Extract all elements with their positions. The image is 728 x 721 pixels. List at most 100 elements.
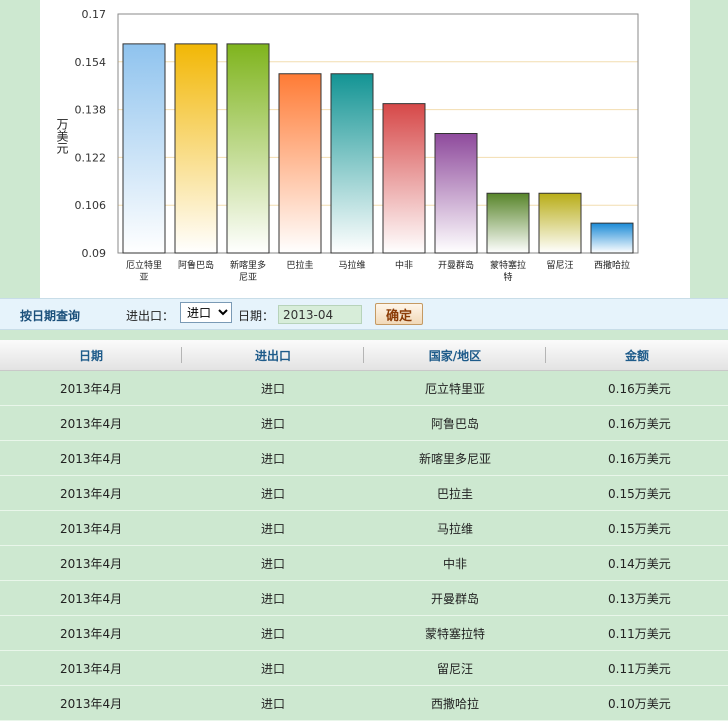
table-row: 2013年4月 进口 西撒哈拉 0.10万美元 (0, 685, 728, 721)
country-cell: 开曼群岛 (364, 580, 546, 616)
table-row: 2013年4月 进口 厄立特里亚 0.16万美元 (0, 370, 728, 406)
amount-cell: 0.16万美元 (546, 405, 728, 441)
table-header-row: 日期 进出口 国家/地区 金额 (0, 340, 728, 371)
date-cell: 2013年4月 (0, 615, 182, 651)
category-label: 中非 (395, 259, 413, 271)
country-cell: 巴拉圭 (364, 475, 546, 511)
confirm-button[interactable]: 确定 (375, 303, 423, 325)
bar (174, 43, 218, 254)
table-row: 2013年4月 进口 蒙特塞拉特 0.11万美元 (0, 615, 728, 651)
io-select[interactable]: 进口 (180, 302, 232, 323)
date-cell: 2013年4月 (0, 440, 182, 476)
date-cell: 2013年4月 (0, 685, 182, 721)
y-tick-label: 0.09 (82, 247, 107, 260)
table-row: 2013年4月 进口 马拉维 0.15万美元 (0, 510, 728, 546)
header-amount-label: 金额 (624, 348, 649, 363)
bar (590, 222, 634, 254)
table-body: 2013年4月 进口 厄立特里亚 0.16万美元 2013年4月 进口 阿鲁巴岛 0.16万美… (0, 370, 728, 721)
header-date: 日期 (0, 340, 182, 371)
country-cell: 阿鲁巴岛 (364, 405, 546, 441)
table-row: 2013年4月 进口 阿鲁巴岛 0.16万美元 (0, 405, 728, 441)
category-label: 阿鲁巴岛 (178, 259, 214, 271)
query-bar: 按日期查询 进出口： 进口 日期： 确定 (0, 298, 728, 330)
date-input[interactable] (278, 305, 362, 324)
bar (122, 43, 166, 254)
country-cell: 新喀里多尼亚 (364, 440, 546, 476)
amount-cell: 0.10万美元 (546, 685, 728, 721)
category-label: 马拉维 (338, 259, 365, 271)
bar-chart: 0.17 0.154 0.138 0.122 0.106 0.09 万美元厄立特里亚 阿鲁巴岛… (55, 8, 639, 283)
io-cell: 进口 (182, 650, 364, 686)
header-io-label: 进出口 (254, 348, 291, 363)
country-cell: 西撒哈拉 (364, 685, 546, 721)
category-label: 蒙特塞拉 (490, 259, 526, 271)
date-cell: 2013年4月 (0, 510, 182, 546)
io-cell: 进口 (182, 580, 364, 616)
category-label: 尼亚 (239, 272, 257, 283)
header-country-label: 国家/地区 (428, 348, 482, 363)
amount-cell: 0.14万美元 (546, 545, 728, 581)
y-tick-label: 0.122 (75, 151, 107, 164)
category-label: 西撒哈拉 (594, 259, 630, 271)
bar (226, 43, 270, 254)
table-row: 2013年4月 进口 留尼汪 0.11万美元 (0, 650, 728, 686)
header-io: 进出口 (182, 340, 364, 371)
category-label: 特 (503, 271, 512, 283)
io-cell: 进口 (182, 370, 364, 406)
country-cell: 厄立特里亚 (364, 370, 546, 406)
header-amount: 金额 (546, 340, 728, 371)
io-cell: 进口 (182, 545, 364, 581)
table-row: 2013年4月 进口 新喀里多尼亚 0.16万美元 (0, 440, 728, 476)
io-cell: 进口 (182, 405, 364, 441)
amount-cell: 0.11万美元 (546, 615, 728, 651)
date-cell: 2013年4月 (0, 545, 182, 581)
country-cell: 中非 (364, 545, 546, 581)
date-cell: 2013年4月 (0, 405, 182, 441)
table-row: 2013年4月 进口 开曼群岛 0.13万美元 (0, 580, 728, 616)
category-label: 巴拉圭 (286, 259, 313, 271)
amount-cell: 0.11万美元 (546, 650, 728, 686)
date-cell: 2013年4月 (0, 370, 182, 406)
io-cell: 进口 (182, 475, 364, 511)
table-row: 2013年4月 进口 中非 0.14万美元 (0, 545, 728, 581)
data-table: 日期 进出口 国家/地区 金额 2013年4月 进口 厄立特里亚 0.16万美元 201… (0, 340, 728, 721)
category-label: 厄立特里 (126, 259, 162, 271)
io-cell: 进口 (182, 615, 364, 651)
date-cell: 2013年4月 (0, 475, 182, 511)
amount-cell: 0.13万美元 (546, 580, 728, 616)
amount-cell: 0.16万美元 (546, 440, 728, 476)
date-cell: 2013年4月 (0, 650, 182, 686)
country-cell: 蒙特塞拉特 (364, 615, 546, 651)
category-label: 新喀里多 (230, 259, 266, 271)
header-date-label: 日期 (78, 348, 103, 363)
bar (278, 73, 322, 254)
bar (434, 133, 478, 254)
header-country: 国家/地区 (364, 340, 546, 371)
query-title: 按日期查询 (20, 309, 81, 323)
bar (538, 192, 582, 254)
io-cell: 进口 (182, 510, 364, 546)
amount-cell: 0.15万美元 (546, 510, 728, 546)
amount-cell: 0.16万美元 (546, 370, 728, 406)
chart-panel: 0.17 0.154 0.138 0.122 0.106 0.09 万美元厄立特里亚 阿鲁巴岛… (40, 0, 690, 298)
y-tick-label: 0.154 (75, 56, 107, 69)
y-axis-label: 万美元 (55, 118, 69, 155)
io-cell: 进口 (182, 685, 364, 721)
date-cell: 2013年4月 (0, 580, 182, 616)
country-cell: 马拉维 (364, 510, 546, 546)
country-cell: 留尼汪 (364, 650, 546, 686)
bar (486, 192, 530, 254)
y-tick-label: 0.106 (75, 199, 107, 212)
y-tick-label: 0.17 (82, 8, 107, 21)
date-label: 日期： (238, 309, 275, 323)
bar (330, 73, 374, 254)
category-label: 开曼群岛 (438, 259, 474, 271)
category-label: 亚 (139, 272, 148, 283)
category-label: 留尼汪 (546, 259, 573, 271)
amount-cell: 0.15万美元 (546, 475, 728, 511)
io-label: 进出口： (126, 309, 175, 323)
table-row: 2013年4月 进口 巴拉圭 0.15万美元 (0, 475, 728, 511)
io-cell: 进口 (182, 440, 364, 476)
bar (382, 103, 426, 254)
y-tick-label: 0.138 (75, 104, 107, 117)
